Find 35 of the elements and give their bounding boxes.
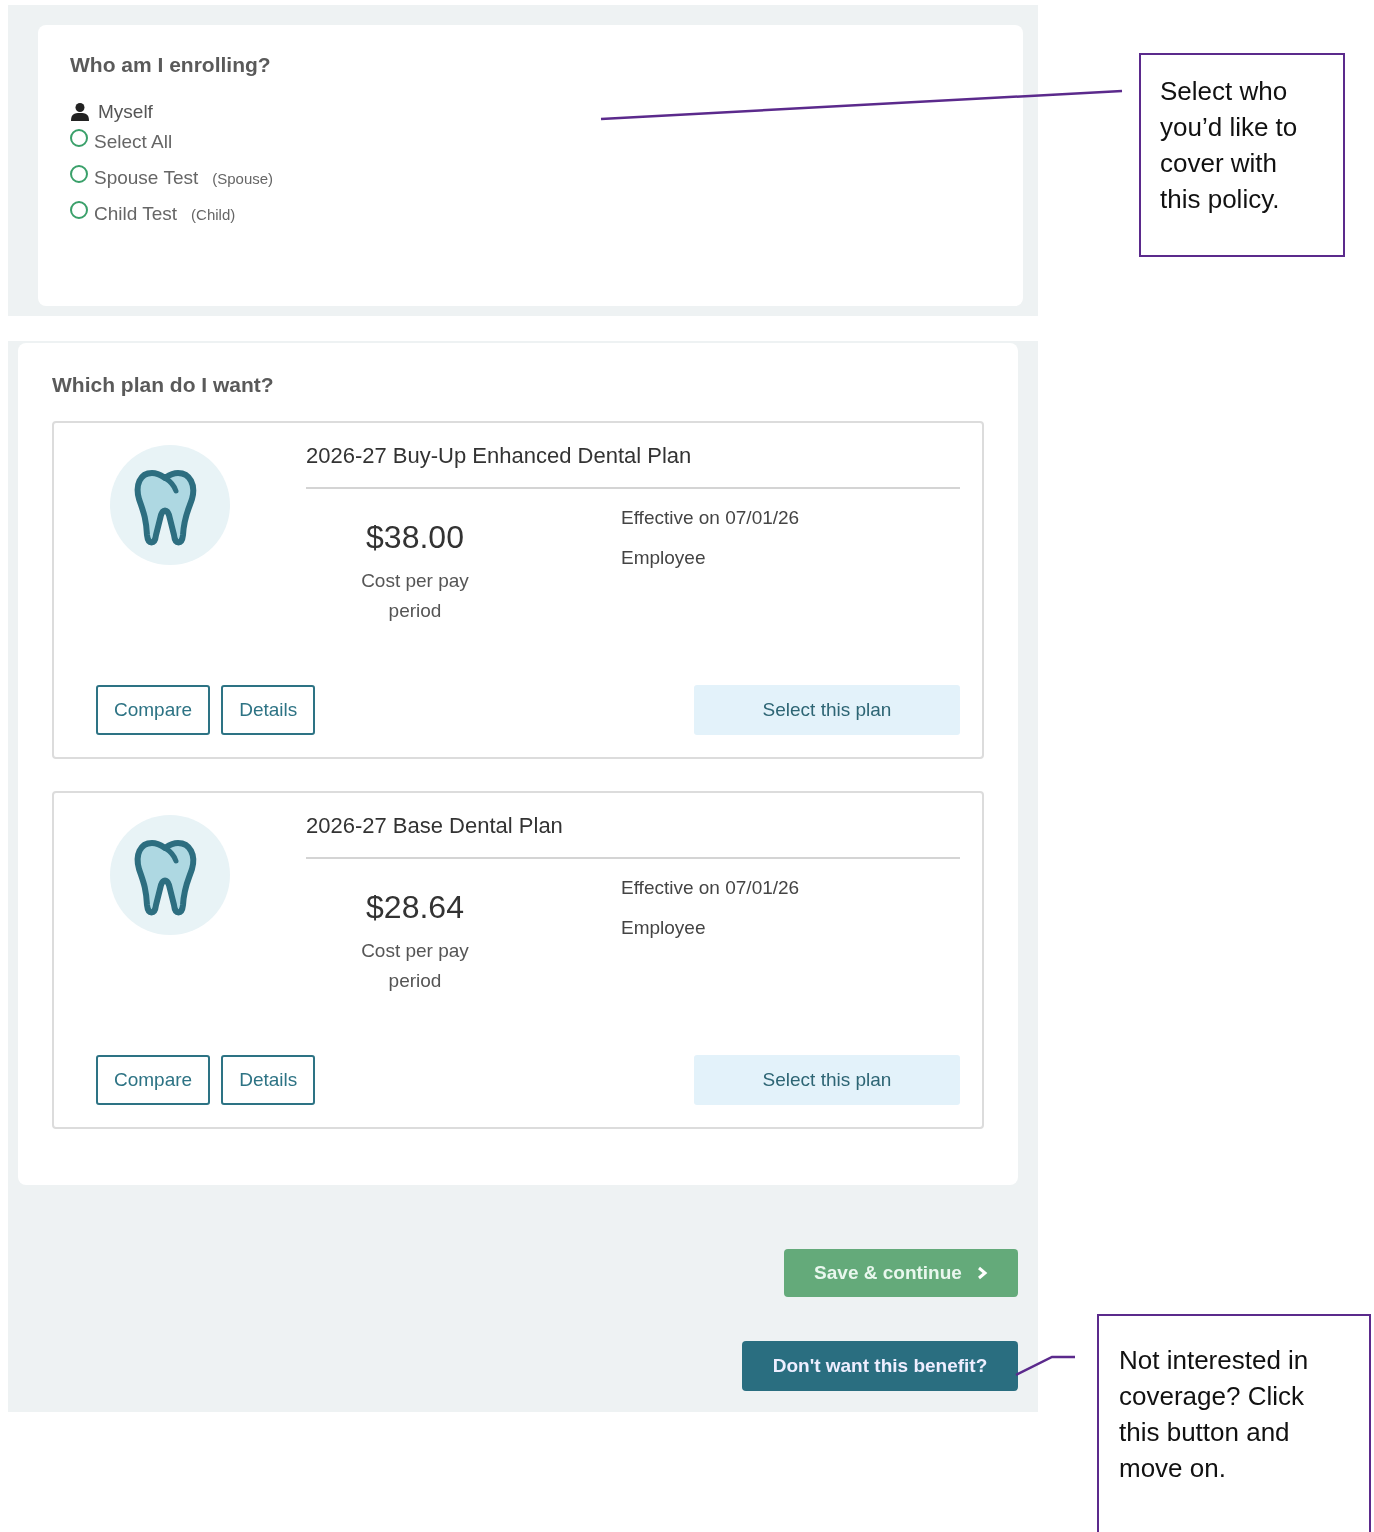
annotation-callout: Not interested in coverage? Click this button and move on. [1097, 1314, 1371, 1532]
plan-price: $38.00 [366, 519, 464, 556]
coverage-label: Employee [621, 917, 707, 939]
plan-name: 2026-27 Buy-Up Enhanced Dental Plan [306, 443, 960, 489]
plan-action-button[interactable]: Details [221, 1055, 316, 1105]
member-label: Select All [94, 131, 173, 153]
member-label: Child Test [94, 203, 178, 225]
effective-date: Effective on 07/01/26 [621, 507, 800, 529]
plan-action-button[interactable]: Compare [96, 1055, 211, 1105]
effective-date: Effective on 07/01/26 [621, 877, 800, 899]
plan-name: 2026-27 Base Dental Plan [306, 813, 960, 859]
person-icon [70, 102, 90, 122]
radio-button[interactable] [70, 129, 88, 147]
decline-benefit-button[interactable]: Don't want this benefit? [742, 1341, 1018, 1391]
radio-button[interactable] [70, 165, 88, 183]
chevron-right-icon [975, 1266, 988, 1280]
member-label: Spouse Test [94, 167, 199, 189]
coverage-label: Employee [621, 547, 707, 569]
annotation-callout: Select who you’d like to cover with this policy. [1139, 53, 1345, 257]
plan-price: $28.64 [366, 889, 464, 926]
select-plan-button[interactable]: Select this plan [694, 1055, 960, 1105]
price-label: Cost per pay period [360, 569, 470, 623]
select-plan-button[interactable]: Select this plan [694, 685, 960, 735]
price-label: Cost per pay period [360, 939, 470, 993]
section-title: Who am I enrolling? [70, 53, 272, 77]
leader-line [1015, 1355, 1075, 1377]
plan-action-button[interactable]: Compare [96, 685, 211, 735]
tooth-icon [110, 815, 230, 935]
relation-label: (Spouse) [212, 169, 274, 187]
member-label: Myself [98, 101, 153, 123]
section-title: Which plan do I want? [52, 373, 275, 397]
plan-action-button[interactable]: Details [221, 685, 316, 735]
tooth-icon [110, 445, 230, 565]
relation-label: (Child) [191, 205, 236, 223]
radio-button[interactable] [70, 201, 88, 219]
